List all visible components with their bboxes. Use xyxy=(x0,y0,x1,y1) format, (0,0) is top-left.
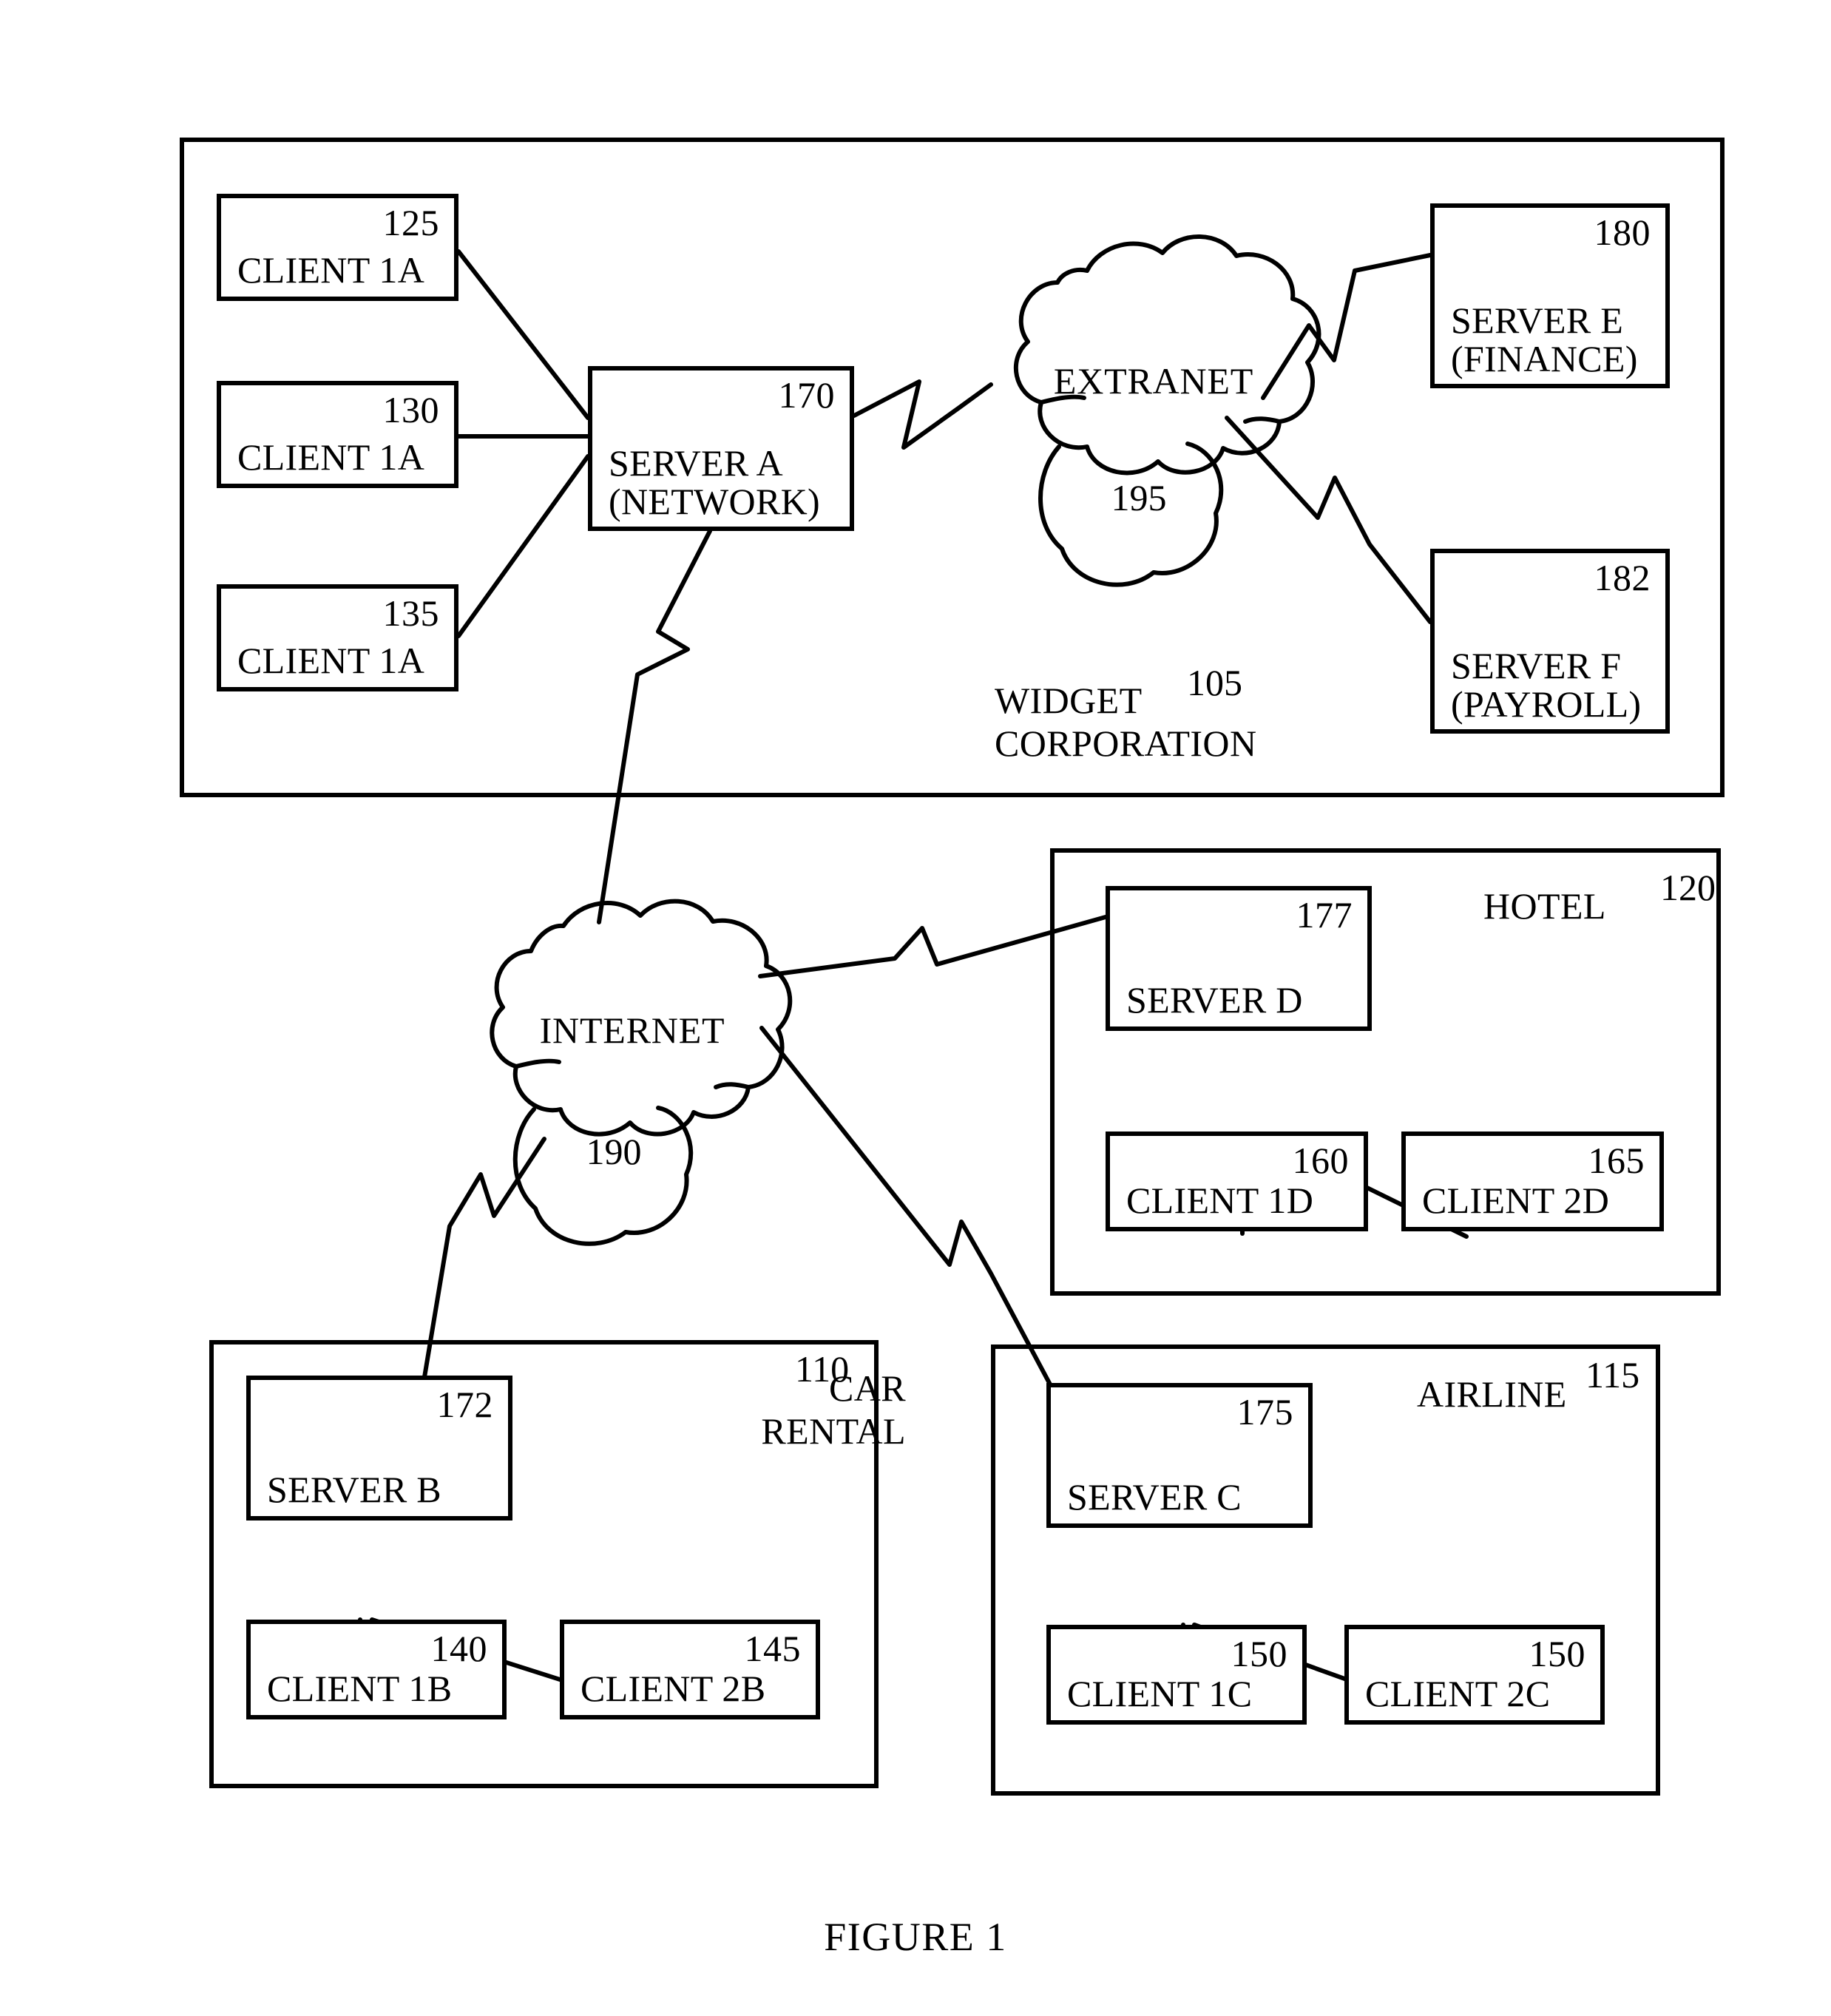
ref-number: 140 xyxy=(430,1628,487,1669)
node-client-2b[interactable]: 145 CLIENT 2B xyxy=(560,1620,820,1719)
node-label: CLIENT 2D xyxy=(1422,1180,1610,1221)
cloud-label-extranet: EXTRANET xyxy=(1053,360,1254,402)
node-server-e[interactable]: 180 SERVER E (FINANCE) xyxy=(1430,203,1670,388)
ref-number: 125 xyxy=(382,202,439,243)
node-client-2c[interactable]: 150 CLIENT 2C xyxy=(1344,1625,1605,1725)
node-label: SERVER D xyxy=(1126,979,1303,1021)
node-label: SERVER C xyxy=(1067,1476,1242,1518)
node-client-2d[interactable]: 165 CLIENT 2D xyxy=(1401,1132,1664,1231)
ref-number: 145 xyxy=(744,1628,801,1669)
node-client-1a-125[interactable]: 125 CLIENT 1A xyxy=(217,194,458,301)
internet-cloud-nick-left xyxy=(514,1058,561,1069)
node-server-d[interactable]: 177 SERVER D xyxy=(1106,886,1372,1031)
node-client-1a-135[interactable]: 135 CLIENT 1A xyxy=(217,584,458,691)
node-label: CLIENT 1D xyxy=(1126,1180,1314,1221)
ref-number: 160 xyxy=(1292,1140,1349,1181)
internet-cloud-lower-lobe xyxy=(512,1106,694,1246)
node-label: SERVER A (NETWORK) xyxy=(609,442,820,522)
node-label: CLIENT 1B xyxy=(267,1668,453,1709)
ref-number: 177 xyxy=(1296,894,1353,936)
group-ref-car-rental: 110 xyxy=(795,1348,850,1390)
group-ref-hotel: 120 xyxy=(1660,867,1716,908)
group-ref-airline: 115 xyxy=(1585,1354,1640,1396)
cloud-label-internet: INTERNET xyxy=(539,1009,725,1051)
ref-number: 150 xyxy=(1529,1633,1585,1674)
cloud-ref-internet: 190 xyxy=(586,1131,642,1172)
node-server-c[interactable]: 175 SERVER C xyxy=(1046,1383,1313,1528)
node-label: SERVER E (FINANCE) xyxy=(1451,300,1638,379)
node-server-f[interactable]: 182 SERVER F (PAYROLL) xyxy=(1430,549,1670,734)
ref-number: 175 xyxy=(1236,1391,1293,1432)
ref-number: 165 xyxy=(1588,1140,1645,1181)
group-title-hotel: HOTEL xyxy=(1483,885,1606,927)
node-label: SERVER B xyxy=(267,1469,441,1510)
node-label: CLIENT 1A xyxy=(237,640,425,681)
ref-number: 180 xyxy=(1594,212,1651,253)
ref-number: 172 xyxy=(436,1384,493,1425)
ref-number: 170 xyxy=(778,374,835,416)
node-client-1a-130[interactable]: 130 CLIENT 1A xyxy=(217,381,458,488)
node-label: CLIENT 2C xyxy=(1365,1673,1551,1714)
ref-number: 130 xyxy=(382,389,439,430)
node-label: CLIENT 1A xyxy=(237,436,425,478)
node-label: SERVER F (PAYROLL) xyxy=(1451,645,1642,725)
node-server-a[interactable]: 170 SERVER A (NETWORK) xyxy=(588,366,854,531)
cloud-ref-extranet: 195 xyxy=(1111,477,1167,518)
node-client-1d[interactable]: 160 CLIENT 1D xyxy=(1106,1132,1368,1231)
node-server-b[interactable]: 172 SERVER B xyxy=(246,1376,512,1521)
node-label: CLIENT 1C xyxy=(1067,1673,1253,1714)
internet-cloud-nick-right xyxy=(714,1082,751,1089)
group-ref-widget-corporation: 105 xyxy=(1187,662,1242,703)
node-client-1c[interactable]: 150 CLIENT 1C xyxy=(1046,1625,1307,1725)
ref-number: 150 xyxy=(1231,1633,1287,1674)
ref-number: 135 xyxy=(382,592,439,634)
group-title-widget-corporation: WIDGET CORPORATION xyxy=(995,680,1257,764)
ref-number: 182 xyxy=(1594,557,1651,598)
node-label: CLIENT 1A xyxy=(237,249,425,291)
patent-figure-page: WIDGET CORPORATION 105 125 CLIENT 1A 130… xyxy=(0,0,1831,2016)
figure-caption: FIGURE 1 xyxy=(824,1915,1007,1959)
link-internet-serverC-lightning xyxy=(759,1026,1052,1387)
node-client-1b[interactable]: 140 CLIENT 1B xyxy=(246,1620,507,1719)
node-label: CLIENT 2B xyxy=(581,1668,766,1709)
